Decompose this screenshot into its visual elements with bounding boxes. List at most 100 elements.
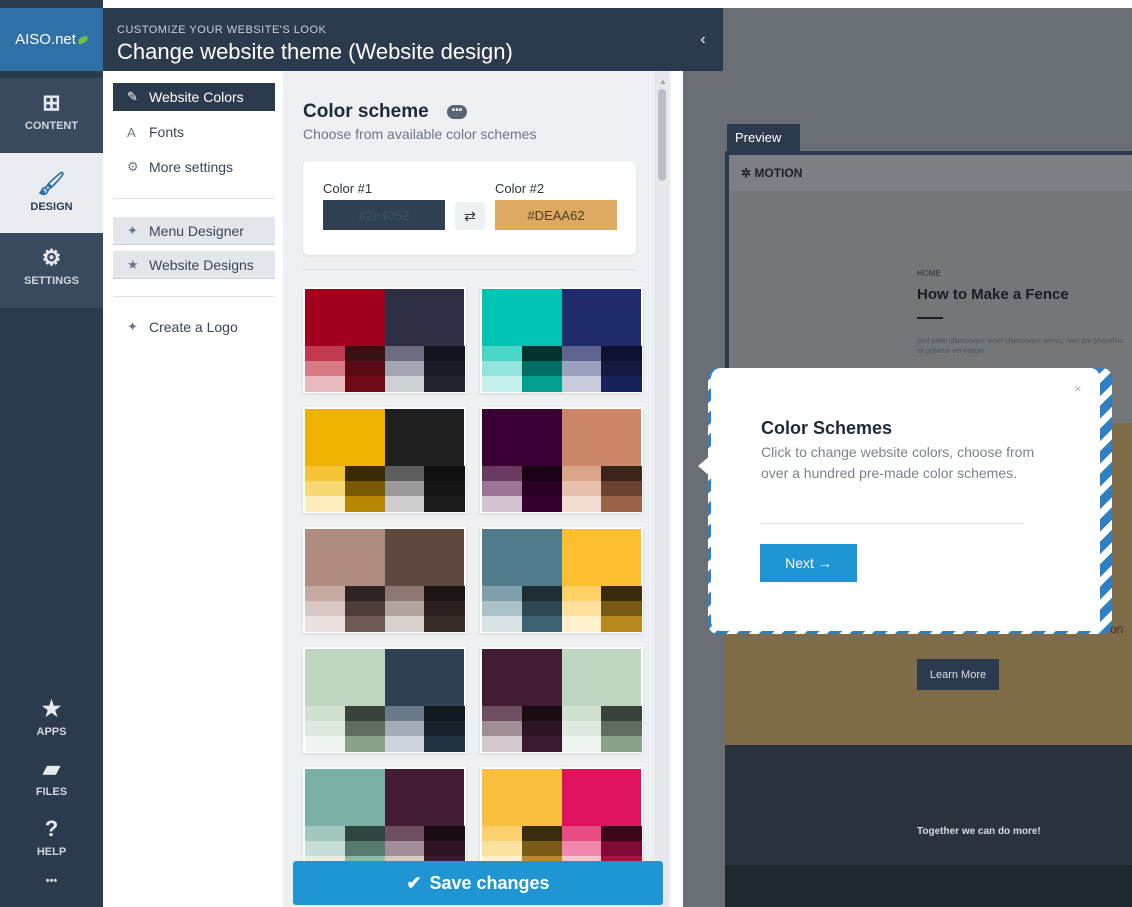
scheme-tone-swatch <box>601 601 642 617</box>
color-scheme-title: Color scheme <box>303 101 429 122</box>
check-icon: ✔ <box>406 872 422 893</box>
rail-files[interactable]: ▰ FILES <box>0 752 103 807</box>
scheme-tone-swatch <box>601 376 642 392</box>
scheme-secondary-swatch <box>384 409 464 466</box>
rail-content-label: CONTENT <box>24 120 79 132</box>
scheme-tone-swatch <box>424 361 465 377</box>
submenu-label: Menu Designer <box>149 222 244 239</box>
scheme-tone-swatch <box>424 616 465 632</box>
scheme-tone-swatch <box>482 481 523 497</box>
scheme-tone-swatch <box>561 826 602 842</box>
color-scheme-tile[interactable] <box>480 647 643 753</box>
color-scheme-tile[interactable] <box>480 287 643 393</box>
preview-tab[interactable]: Preview <box>727 124 800 151</box>
scheme-tone-swatch <box>384 736 425 752</box>
scheme-tone-swatch <box>521 376 562 392</box>
color-scheme-tile[interactable] <box>480 527 643 633</box>
submenu-more-settings[interactable]: ⚙ More settings <box>113 153 275 181</box>
color-scheme-tile[interactable] <box>303 647 466 753</box>
scheme-tone-swatch <box>601 496 642 512</box>
submenu-website-designs[interactable]: ★ Website Designs <box>113 251 275 279</box>
scheme-tone-swatch <box>601 466 642 482</box>
scheme-tone-swatch <box>561 496 602 512</box>
scheme-tone-swatch <box>344 376 385 392</box>
scheme-tone-swatch <box>384 346 425 362</box>
color1-label: Color #1 <box>323 181 373 196</box>
preview-learn-more: Learn More <box>917 659 999 690</box>
scheme-primary-swatch <box>482 409 562 466</box>
save-changes-button[interactable]: ✔ Save changes <box>293 861 663 905</box>
scheme-tone-swatch <box>305 466 346 482</box>
scheme-tone-swatch <box>384 601 425 617</box>
preview-divider <box>917 317 943 319</box>
scheme-tone-swatch <box>424 721 465 737</box>
color-scheme-tile[interactable] <box>303 527 466 633</box>
submenu-website-colors[interactable]: ✎ Website Colors <box>113 83 275 111</box>
question-icon: ? <box>44 816 59 841</box>
scheme-tone-swatch <box>521 826 562 842</box>
scheme-tone-swatch <box>344 736 385 752</box>
right-top-dim <box>723 8 1132 71</box>
scheme-tone-swatch <box>561 376 602 392</box>
collapse-panel-button[interactable]: ‹ <box>683 8 723 71</box>
submenu-fonts[interactable]: A Fonts <box>113 118 275 146</box>
scheme-tone-swatch <box>561 346 602 362</box>
left-rail: AISO.net ⊞ CONTENT 🖌 DESIGN ⚙ SETTINGS ★… <box>0 0 103 907</box>
scheme-tone-swatch <box>482 706 523 722</box>
logo[interactable]: AISO.net <box>0 8 103 71</box>
scheme-tone-swatch <box>424 826 465 842</box>
scrollbar[interactable] <box>655 71 669 907</box>
rail-content[interactable]: ⊞ CONTENT <box>0 78 103 153</box>
submenu-label: More settings <box>149 159 234 175</box>
preview-footer <box>725 745 1132 865</box>
leaf-icon <box>77 34 89 45</box>
scheme-tone-swatch <box>305 841 346 857</box>
scheme-tone-swatch <box>561 616 602 632</box>
scroll-up-icon[interactable]: ▲ <box>659 77 667 86</box>
submenu-label: Website Colors <box>149 89 244 105</box>
color-scheme-tile[interactable] <box>303 407 466 513</box>
rail-help[interactable]: ? HELP <box>0 812 103 867</box>
more-options-icon[interactable]: ••• <box>447 105 467 119</box>
color-scheme-tile[interactable] <box>303 287 466 393</box>
color-scheme-tile[interactable] <box>303 767 466 873</box>
scheme-tone-swatch <box>384 481 425 497</box>
tooltip-divider <box>761 523 1024 524</box>
save-label: Save changes <box>429 872 550 893</box>
scheme-tone-swatch <box>601 481 642 497</box>
scrollbar-thumb[interactable] <box>658 89 666 181</box>
scheme-tone-swatch <box>344 496 385 512</box>
scheme-secondary-swatch <box>384 769 464 826</box>
swap-colors-button[interactable]: ⇄ <box>455 202 485 230</box>
rail-settings[interactable]: ⚙ SETTINGS <box>0 233 103 308</box>
rail-apps[interactable]: ★ APPS <box>0 690 103 745</box>
scheme-tone-swatch <box>344 346 385 362</box>
close-icon[interactable]: × <box>1074 381 1082 396</box>
color-scheme-panel: Color scheme ••• Choose from available c… <box>283 71 671 907</box>
chevron-left-icon: ‹ <box>700 30 706 48</box>
submenu-menu-designer[interactable]: ✦ Menu Designer <box>113 217 275 245</box>
scheme-tone-swatch <box>521 466 562 482</box>
scheme-tone-swatch <box>305 496 346 512</box>
scheme-tone-swatch <box>601 706 642 722</box>
color2-swatch[interactable]: #DEAA62 <box>495 200 617 230</box>
color1-swatch[interactable]: #2e4052 <box>323 200 445 230</box>
scheme-tone-swatch <box>384 841 425 857</box>
color-scheme-tile[interactable] <box>480 767 643 873</box>
rail-design[interactable]: 🖌 DESIGN <box>0 153 103 233</box>
color-scheme-tile[interactable] <box>480 407 643 513</box>
scheme-secondary-swatch <box>561 649 641 706</box>
header-eyebrow: CUSTOMIZE YOUR WEBSITE'S LOOK <box>117 24 327 36</box>
preview-footer-text: Together we can do more! <box>917 826 1041 837</box>
scheme-tone-swatch <box>424 586 465 602</box>
magic-wand-icon: ✦ <box>127 319 138 334</box>
next-button[interactable]: Next → <box>760 544 857 582</box>
submenu-create-logo[interactable]: ✦ Create a Logo <box>113 313 275 341</box>
scheme-tone-swatch <box>601 616 642 632</box>
scheme-tone-swatch <box>424 496 465 512</box>
rail-more[interactable]: ••• <box>0 873 103 903</box>
color-scheme-subtitle: Choose from available color schemes <box>303 126 537 142</box>
brush-icon: ✎ <box>127 89 138 104</box>
scheme-tone-swatch <box>305 481 346 497</box>
scheme-tone-swatch <box>601 586 642 602</box>
